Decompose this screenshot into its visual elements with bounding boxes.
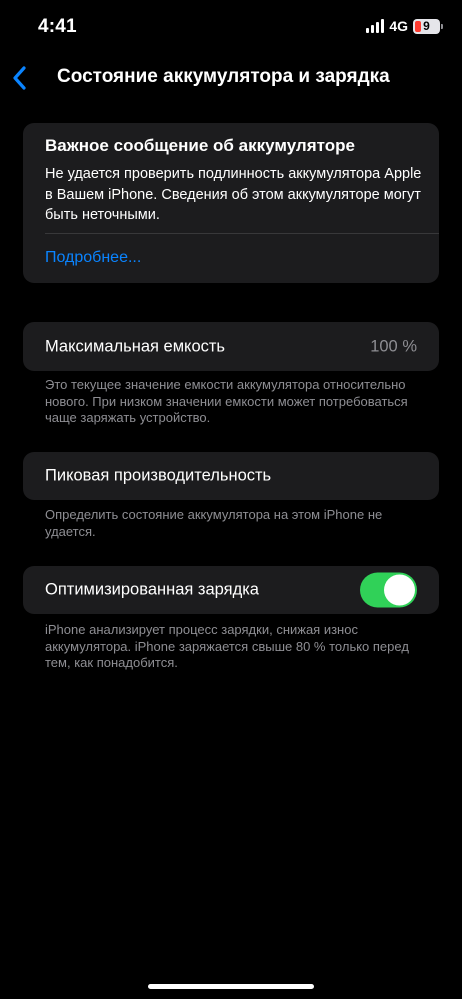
learn-more-link[interactable]: Подробнее... [45,249,141,267]
battery-icon: 9 [413,18,443,34]
peak-performance-footnote: Определить состояние аккумулятора на это… [45,507,383,539]
status-bar-indicators: 4G 9 [366,18,443,34]
alert-body: Не удается проверить подлинность аккумул… [45,166,422,223]
cellular-signal-icon [366,19,385,33]
optimized-charging-row: Оптимизированная зарядка [23,566,439,614]
divider [45,233,439,234]
alert-title: Важное сообщение об аккумуляторе [45,136,355,155]
battery-settings-screen: 4:41 4G 9 Состояние аккумулятора и заряд… [0,0,462,999]
battery-alert-card: Важное сообщение об аккумуляторе Не удае… [23,123,439,283]
page-title: Состояние аккумулятора и зарядка [57,66,390,87]
optimized-charging-label: Оптимизированная зарядка [45,580,259,599]
max-capacity-footnote: Это текущее значение емкости аккумулятор… [45,377,408,425]
network-type: 4G [389,18,408,34]
chevron-left-icon[interactable] [12,64,32,92]
optimized-charging-footnote: iPhone анализирует процесс зарядки, сниж… [45,622,409,670]
peak-performance-label: Пиковая производительность [45,466,272,485]
max-capacity-row: Максимальная емкость 100 % [23,322,439,371]
max-capacity-value: 100 % [370,337,417,355]
toggle-knob [384,574,415,606]
status-time: 4:41 [38,16,77,37]
battery-level: 9 [423,19,430,33]
optimized-charging-toggle[interactable] [360,572,417,608]
home-indicator[interactable] [148,984,314,989]
max-capacity-label: Максимальная емкость [45,337,226,355]
peak-performance-row: Пиковая производительность [23,452,439,500]
